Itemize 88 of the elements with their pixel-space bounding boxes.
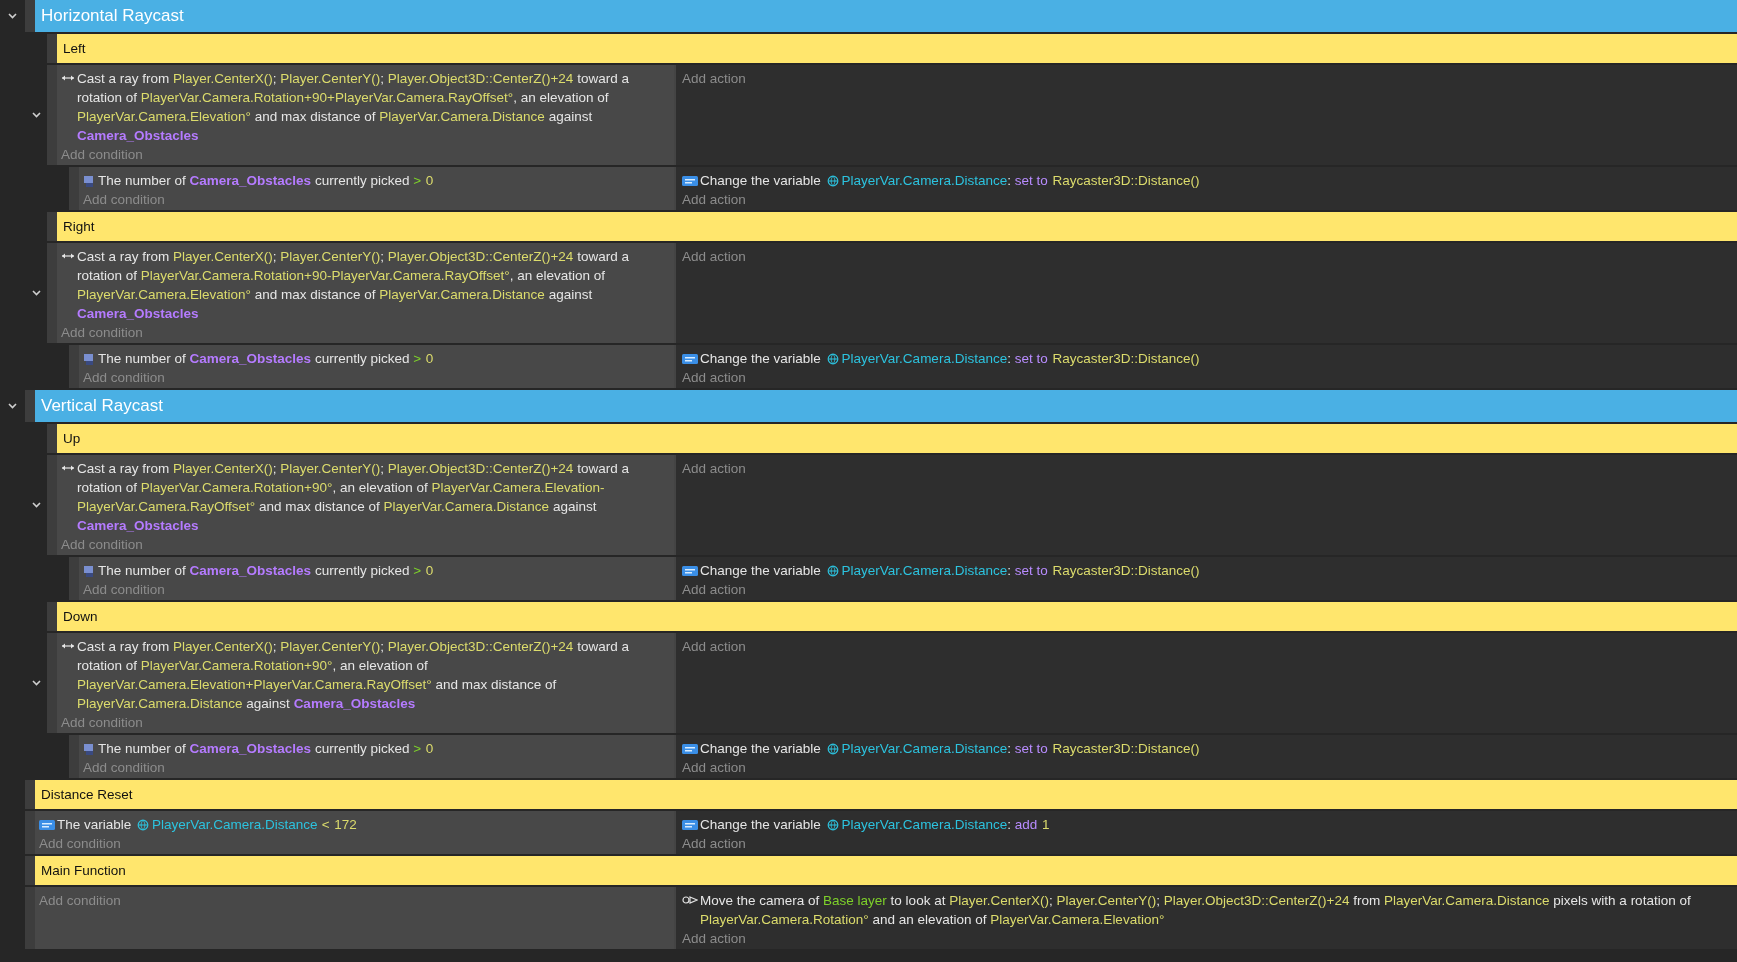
drag-handle[interactable] — [47, 65, 57, 165]
collapse-chevron-icon[interactable] — [31, 288, 42, 298]
condition-text: Cast a ray from Player.CenterX(); Player.CenterY(); Player.Object3D::CenterZ()+24 toward a rotation of PlayerVar.Camera.Rotation+90°, an elevation of PlayerVar.Camera.Elevation+PlayerVar.Camera.RayOffset° and max distance of PlayerVar.Camera.Distance against Camera_Obstacles — [77, 638, 630, 713]
globe-icon — [826, 743, 839, 755]
group-title[interactable]: Horizontal Raycast — [35, 0, 1737, 32]
variable-icon — [682, 175, 698, 187]
comment[interactable]: Left — [57, 34, 1737, 63]
globe-icon — [826, 175, 839, 187]
drag-handle[interactable] — [25, 887, 35, 949]
drag-handle[interactable] — [69, 557, 79, 600]
add-action-button[interactable]: Add action — [682, 929, 746, 948]
add-condition-button[interactable]: Add condition — [39, 834, 121, 853]
add-condition-button[interactable]: Add condition — [39, 891, 121, 910]
drag-handle[interactable] — [25, 780, 35, 809]
object-count-icon — [83, 565, 96, 578]
add-condition-button[interactable]: Add condition — [83, 580, 165, 599]
add-condition-button[interactable]: Add condition — [61, 713, 143, 732]
add-condition-button[interactable]: Add condition — [61, 323, 143, 342]
drag-handle[interactable] — [47, 424, 57, 453]
condition-text: The number of Camera_Obstacles currently picked > 0 — [98, 350, 434, 368]
add-condition-button[interactable]: Add condition — [61, 145, 143, 164]
drag-handle[interactable] — [47, 243, 57, 343]
globe-icon — [826, 353, 839, 365]
add-action-button[interactable]: Add action — [682, 247, 746, 266]
object-count-icon — [83, 175, 96, 188]
double-arrow-icon — [61, 251, 75, 261]
comment[interactable]: Right — [57, 212, 1737, 241]
action-text: Change the variable PlayerVar.Camera.Distance: set to Raycaster3D::Distance() — [700, 350, 1200, 368]
drag-handle[interactable] — [47, 633, 57, 733]
variable-icon — [682, 565, 698, 577]
variable-icon — [682, 819, 698, 831]
drag-handle[interactable] — [25, 390, 35, 422]
add-action-button[interactable]: Add action — [682, 459, 746, 478]
drag-handle[interactable] — [25, 856, 35, 885]
add-condition-button[interactable]: Add condition — [83, 190, 165, 209]
drag-handle[interactable] — [69, 735, 79, 778]
comment[interactable]: Up — [57, 424, 1737, 453]
action-text: Change the variable PlayerVar.Camera.Distance: set to Raycaster3D::Distance() — [700, 172, 1200, 190]
drag-handle[interactable] — [69, 345, 79, 388]
condition-text: Cast a ray from Player.CenterX(); Player.CenterY(); Player.Object3D::CenterZ()+24 toward a rotation of PlayerVar.Camera.Rotation+90-PlayerVar.Camera.RayOffset°, an elevation of PlayerVar.Camera.Elevation° and max distance of PlayerVar.Camera.Distance against Camera_Obstacles — [77, 248, 630, 323]
add-action-button[interactable]: Add action — [682, 758, 746, 777]
variable-icon — [682, 743, 698, 755]
collapse-chevron-icon[interactable] — [7, 401, 18, 411]
variable-icon — [682, 353, 698, 365]
action-text: Change the variable PlayerVar.Camera.Distance: set to Raycaster3D::Distance() — [700, 562, 1200, 580]
condition-text: Cast a ray from Player.CenterX(); Player.CenterY(); Player.Object3D::CenterZ()+24 toward a rotation of PlayerVar.Camera.Rotation+90+PlayerVar.Camera.RayOffset°, an elevation of PlayerVar.Camera.Elevation° and max distance of PlayerVar.Camera.Distance against Camera_Obstacles — [77, 70, 630, 145]
add-action-button[interactable]: Add action — [682, 580, 746, 599]
condition-text: The variable PlayerVar.Camera.Distance < 172 — [57, 816, 357, 834]
globe-icon — [826, 819, 839, 831]
condition-text: The number of Camera_Obstacles currently picked > 0 — [98, 562, 434, 580]
drag-handle[interactable] — [47, 34, 57, 63]
add-condition-button[interactable]: Add condition — [61, 535, 143, 554]
drag-handle[interactable] — [25, 0, 35, 32]
comment[interactable]: Distance Reset — [35, 780, 1737, 809]
drag-handle[interactable] — [47, 602, 57, 631]
object-count-icon — [83, 743, 96, 756]
camera-icon — [682, 895, 698, 905]
double-arrow-icon — [61, 463, 75, 473]
add-action-button[interactable]: Add action — [682, 637, 746, 656]
group-title[interactable]: Vertical Raycast — [35, 390, 1737, 422]
condition-text: The number of Camera_Obstacles currently picked > 0 — [98, 172, 434, 190]
drag-handle[interactable] — [69, 167, 79, 210]
collapse-chevron-icon[interactable] — [31, 500, 42, 510]
add-condition-button[interactable]: Add condition — [83, 368, 165, 387]
condition-text: The number of Camera_Obstacles currently picked > 0 — [98, 740, 434, 758]
action-text: Move the camera of Base layer to look at Player.CenterX(); Player.CenterY(); Player.Object3D::CenterZ()+24 from PlayerVar.Camera.Distance pixels with a rotation of PlayerVar.Camera.Rotation° and an elevation of PlayerVar.Camera.Elevation° — [700, 892, 1692, 929]
condition-text: Cast a ray from Player.CenterX(); Player.CenterY(); Player.Object3D::CenterZ()+24 toward a rotation of PlayerVar.Camera.Rotation+90°, an elevation of PlayerVar.Camera.Elevation-PlayerVar.Camera.RayOffset° and max distance of PlayerVar.Camera.Distance against Camera_Obstacles — [77, 460, 630, 535]
double-arrow-icon — [61, 641, 75, 651]
action-text: Change the variable PlayerVar.Camera.Distance: add 1 — [700, 816, 1050, 834]
action-text: Change the variable PlayerVar.Camera.Distance: set to Raycaster3D::Distance() — [700, 740, 1200, 758]
add-action-button[interactable]: Add action — [682, 190, 746, 209]
drag-handle[interactable] — [47, 212, 57, 241]
double-arrow-icon — [61, 73, 75, 83]
add-action-button[interactable]: Add action — [682, 368, 746, 387]
globe-icon — [137, 819, 150, 831]
add-action-button[interactable]: Add action — [682, 834, 746, 853]
add-condition-button[interactable]: Add condition — [83, 758, 165, 777]
variable-icon — [39, 819, 55, 831]
drag-handle[interactable] — [47, 455, 57, 555]
object-count-icon — [83, 353, 96, 366]
collapse-chevron-icon[interactable] — [7, 11, 18, 21]
drag-handle[interactable] — [25, 811, 35, 854]
globe-icon — [826, 565, 839, 577]
comment[interactable]: Main Function — [35, 856, 1737, 885]
add-action-button[interactable]: Add action — [682, 69, 746, 88]
collapse-chevron-icon[interactable] — [31, 678, 42, 688]
collapse-chevron-icon[interactable] — [31, 110, 42, 120]
comment[interactable]: Down — [57, 602, 1737, 631]
